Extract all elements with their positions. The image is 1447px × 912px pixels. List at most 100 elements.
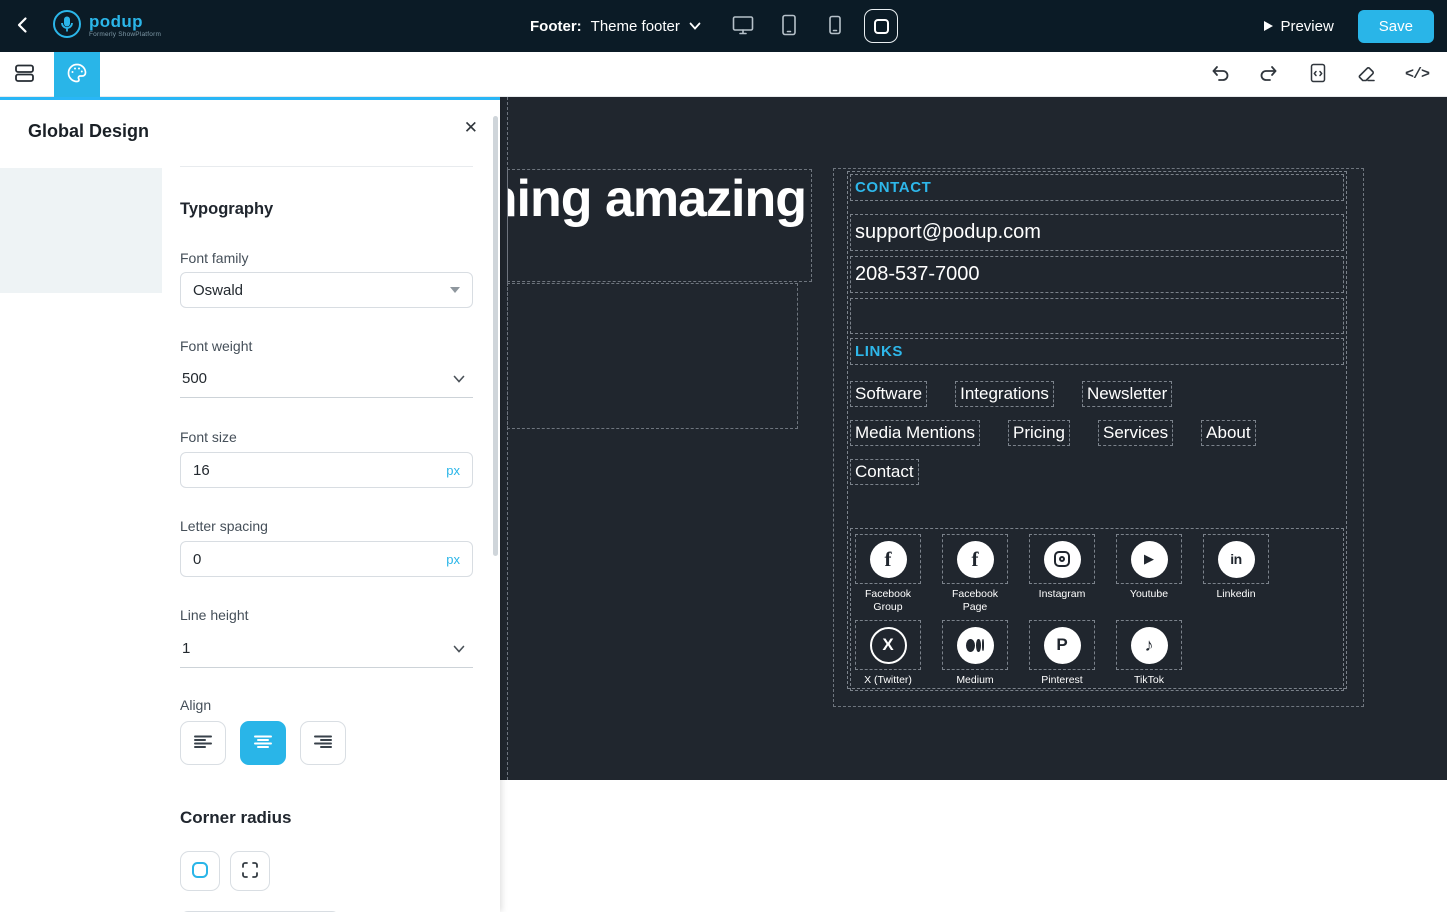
contact-heading-element[interactable]: CONTACT <box>850 174 1344 201</box>
instagram-icon <box>1043 540 1081 578</box>
font-family-select[interactable]: Oswald <box>180 272 473 308</box>
design-tab[interactable] <box>54 51 100 97</box>
pages-tab[interactable] <box>0 52 50 97</box>
corner-radius-heading: Corner radius <box>180 808 292 827</box>
footer-links: Software Integrations Newsletter Media Ment… <box>850 377 1270 489</box>
back-button[interactable] <box>0 0 46 52</box>
play-icon <box>1264 21 1274 31</box>
social-icon-box: ♪ <box>1116 620 1182 671</box>
links-heading-element[interactable]: LINKS <box>850 338 1344 365</box>
social-label: Pinterest <box>1041 674 1083 687</box>
footer-link[interactable]: Integrations <box>955 381 1054 407</box>
footer-link[interactable]: Services <box>1097 420 1174 446</box>
social-item[interactable]: f Facebook Page <box>940 534 1010 614</box>
footer-select-value: Theme footer <box>590 17 680 35</box>
footer-link[interactable]: Media Mentions <box>850 420 981 446</box>
footer-link[interactable]: Contact <box>850 459 919 485</box>
footer-link[interactable]: Pricing <box>1008 420 1070 446</box>
font-size-input[interactable] <box>193 461 394 479</box>
x-icon: X <box>869 626 907 664</box>
email-element[interactable]: support@podup.com <box>850 214 1344 251</box>
social-item[interactable]: Instagram <box>1027 534 1097 614</box>
save-button[interactable]: Save <box>1357 9 1434 43</box>
fullwidth-icon <box>873 18 889 34</box>
code-view-button[interactable]: </> <box>1404 65 1430 83</box>
preview-button[interactable]: Preview <box>1264 18 1334 35</box>
email-text: support@podup.com <box>855 221 1041 243</box>
undo-icon <box>1209 62 1231 87</box>
font-family-label: Font family <box>180 250 249 266</box>
panel-scrollbar[interactable] <box>493 116 498 556</box>
linkedin-icon: in <box>1217 540 1255 578</box>
align-center-button[interactable] <box>240 721 286 765</box>
phone-element[interactable]: 208-537-7000 <box>850 256 1344 293</box>
letter-spacing-input[interactable] <box>193 550 394 568</box>
footer-template-select[interactable]: Footer: Theme footer <box>530 0 701 52</box>
footer-link[interactable]: Newsletter <box>1081 381 1173 407</box>
palette-icon <box>65 61 89 88</box>
empty-text-element[interactable] <box>850 298 1344 334</box>
social-icon-box: f <box>855 534 921 584</box>
letter-spacing-unit: px <box>446 551 460 567</box>
letter-spacing-label: Letter spacing <box>180 518 268 534</box>
editor-toolbar: </> <box>0 51 1447 97</box>
social-label: Facebook Group <box>864 588 912 614</box>
social-item[interactable]: ▶ Youtube <box>1114 534 1184 614</box>
align-right-button[interactable] <box>300 721 346 765</box>
social-item[interactable]: ♪ TikTok <box>1114 620 1184 687</box>
social-label: Facebook Page <box>951 588 999 614</box>
corner-radius-sharp-button[interactable] <box>230 851 270 891</box>
font-size-field: px <box>180 452 473 488</box>
social-item[interactable]: in Linkedin <box>1201 534 1271 614</box>
brand-logo: podup Formerly ShowPlatform <box>52 9 161 44</box>
footer-link[interactable]: About <box>1201 420 1256 446</box>
social-item[interactable]: X X (Twitter) <box>853 620 923 687</box>
font-weight-select[interactable]: 500 <box>180 360 473 398</box>
align-left-button[interactable] <box>180 721 226 765</box>
social-icon-box: X <box>855 620 921 671</box>
social-icon-box: in <box>1203 534 1269 584</box>
line-height-select[interactable]: 1 <box>180 630 473 668</box>
device-switcher <box>726 0 898 52</box>
social-item[interactable]: P Pinterest <box>1027 620 1097 687</box>
facebook-icon: f <box>869 540 907 578</box>
empty-element[interactable] <box>507 283 798 429</box>
social-label: Youtube <box>1129 588 1169 600</box>
social-icons-block[interactable]: f Facebook Group f Facebook Page Instagram ▶ Y… <box>850 528 1344 691</box>
panel-title: Global Design <box>28 121 150 141</box>
chevron-down-icon <box>453 370 465 387</box>
file-code-icon <box>1307 62 1329 87</box>
device-desktop-button[interactable] <box>726 9 760 43</box>
device-tablet-button[interactable] <box>772 9 806 43</box>
corner-radius-rounded-button[interactable] <box>180 851 220 891</box>
heading-element[interactable]: thing amazing <box>507 169 812 282</box>
footer-link[interactable]: Software <box>850 381 928 407</box>
file-code-button[interactable] <box>1307 62 1329 87</box>
footer-column[interactable]: CONTACT support@podup.com 208-537-7000 L… <box>833 168 1364 707</box>
align-label: Align <box>180 697 212 713</box>
layers-icon <box>13 61 37 88</box>
podup-logo-icon <box>52 9 82 44</box>
font-weight-value: 500 <box>182 370 208 387</box>
social-item[interactable]: Medium <box>940 620 1010 687</box>
line-height-value: 1 <box>182 640 191 657</box>
tablet-icon <box>777 13 801 40</box>
footer-preview-section[interactable]: thing amazing CONTACT support@podup.com … <box>500 97 1447 780</box>
device-mobile-button[interactable] <box>818 9 852 43</box>
links-heading: LINKS <box>855 343 903 360</box>
undo-button[interactable] <box>1209 62 1231 87</box>
footer-select-label: Footer: <box>530 17 582 35</box>
social-item[interactable]: f Facebook Group <box>853 534 923 614</box>
font-weight-label: Font weight <box>180 338 253 354</box>
letter-spacing-field: px <box>180 541 473 577</box>
social-icon-box <box>942 620 1008 671</box>
eraser-button[interactable] <box>1356 62 1378 87</box>
code-icon: </> <box>1404 65 1430 83</box>
font-size-label: Font size <box>180 429 237 445</box>
contact-heading: CONTACT <box>855 179 932 196</box>
tiktok-icon: ♪ <box>1130 626 1168 664</box>
footer-column-inner: CONTACT support@podup.com 208-537-7000 L… <box>847 171 1347 691</box>
device-fullwidth-button[interactable] <box>864 9 898 43</box>
align-buttons <box>180 721 346 765</box>
redo-button[interactable] <box>1258 62 1280 87</box>
